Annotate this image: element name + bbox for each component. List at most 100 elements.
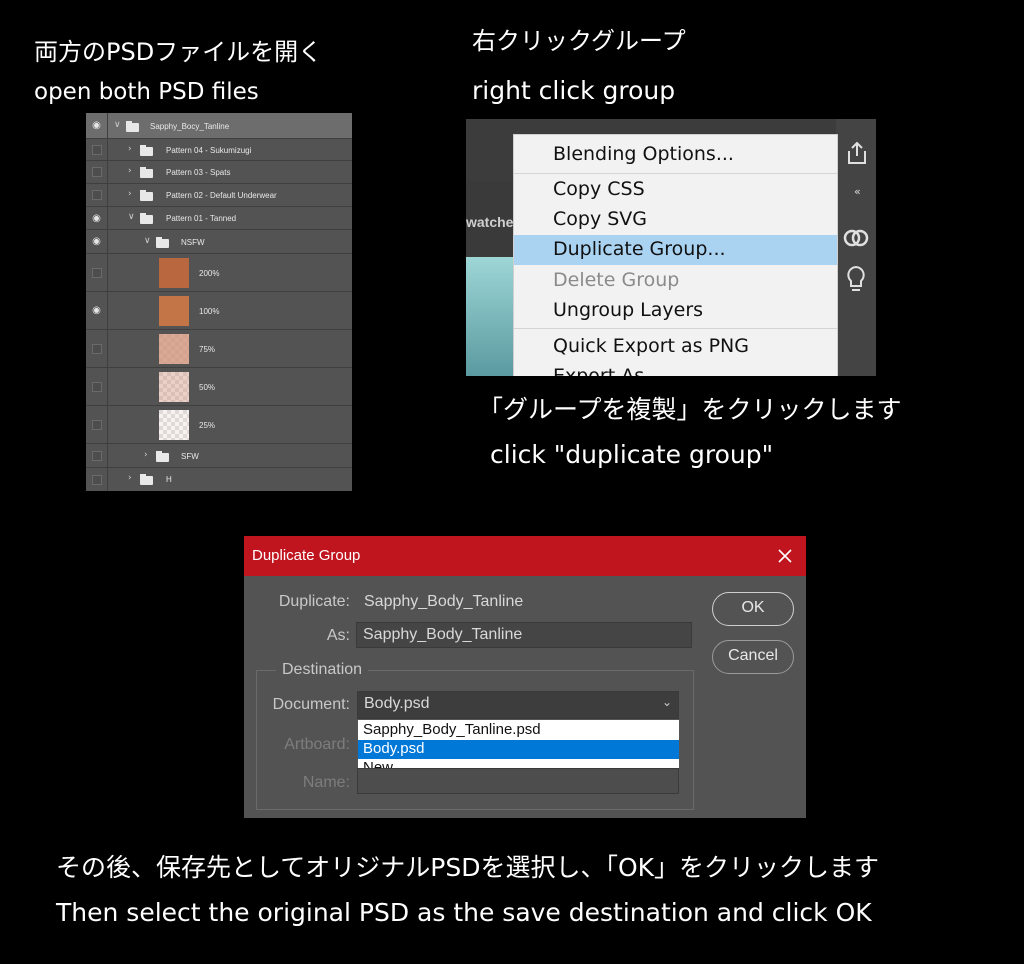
layer-thumbnail [159,372,189,402]
caption-step4-en: Then select the original PSD as the save… [56,898,872,927]
duplicate-label: Duplicate: [278,593,350,610]
chevron-right-icon[interactable]: › [128,166,132,176]
folder-icon [140,190,153,201]
layer-name: SFW [181,452,199,461]
menu-item-label: Copy SVG [553,208,648,230]
collapse-panels-icon[interactable]: « [854,185,861,198]
dropdown-option[interactable]: Sapphy_Body_Tanline.psd [358,721,679,740]
share-icon[interactable] [846,141,868,165]
creative-cloud-icon[interactable] [842,227,870,249]
visibility-toggle[interactable] [86,406,108,443]
visibility-eye-icon[interactable]: ◉ [86,113,108,138]
document-select[interactable]: Body.psd ⌄ [357,691,679,719]
chevron-down-icon[interactable]: ∨ [114,120,121,130]
layer-row[interactable]: ◉ 100% [86,292,352,330]
layer-row[interactable]: 25% [86,406,352,444]
dialog-title: Duplicate Group [252,547,361,564]
chevron-down-icon[interactable]: ∨ [144,236,151,246]
layer-thumbnail [159,334,189,364]
visibility-eye-icon[interactable]: ◉ [86,230,108,253]
name-input [357,768,679,794]
caption-step1-jp: 両方のPSDファイルを開く [34,38,323,66]
dropdown-option-selected[interactable]: Body.psd [358,740,679,759]
layer-name: NSFW [181,238,205,247]
caption-step2-en: right click group [472,76,676,105]
menu-item-copy-css[interactable]: Copy CSS [514,175,837,205]
layer-name: Pattern 02 - Default Underwear [166,191,277,200]
visibility-toggle[interactable] [86,468,108,491]
layer-name: Pattern 03 - Spats [166,168,231,177]
layer-row[interactable]: ◉ ∨ NSFW [86,230,352,254]
visibility-toggle[interactable] [86,368,108,405]
visibility-toggle[interactable] [86,444,108,467]
document-label: Document: [272,696,350,713]
layer-row[interactable]: › Pattern 04 - Sukumizugi [86,139,352,161]
close-icon[interactable] [777,548,793,564]
caption-step2-jp: 右クリックグループ [472,27,686,55]
caption-step1-en: open both PSD files [34,79,259,105]
menu-item-label: Copy CSS [553,178,645,200]
chevron-down-icon[interactable]: ∨ [128,212,135,222]
layer-name: 100% [199,307,220,316]
menu-item-blending-options[interactable]: Blending Options... [514,140,837,170]
cancel-button[interactable]: Cancel [712,640,794,674]
layer-row[interactable]: › SFW [86,444,352,468]
visibility-toggle[interactable] [86,139,108,160]
layer-row[interactable]: 50% [86,368,352,406]
artboard-label: Artboard: [284,736,350,753]
menu-item-quick-export[interactable]: Quick Export as PNG [514,332,837,362]
menu-item-copy-svg[interactable]: Copy SVG [514,205,837,235]
menu-item-label: Delete Group [553,269,680,291]
context-menu-screenshot: watche « Blending Options... Copy CSS Co… [466,119,876,376]
layer-row[interactable]: › Pattern 03 - Spats [86,161,352,184]
layer-thumbnail [159,296,189,326]
visibility-toggle[interactable] [86,330,108,367]
as-input[interactable]: Sapphy_Body_Tanline [356,622,692,648]
menu-item-label: Quick Export as PNG [553,335,749,357]
visibility-toggle[interactable] [86,254,108,291]
ok-button[interactable]: OK [712,592,794,626]
layer-row[interactable]: ◉ ∨ Pattern 01 - Tanned [86,207,352,230]
menu-item-label: Export As... [553,365,663,376]
document-select-value: Body.psd [364,695,430,712]
layer-thumbnail [159,258,189,288]
layer-row[interactable]: › Pattern 02 - Default Underwear [86,184,352,207]
menu-item-label: Blending Options... [553,143,734,165]
layer-row[interactable]: › H [86,468,352,491]
dropdown-option-label: Body.psd [363,740,425,757]
layer-name: H [166,475,172,484]
chevron-right-icon[interactable]: › [128,473,132,483]
menu-item-ungroup-layers[interactable]: Ungroup Layers [514,296,837,326]
swatches-tab-partial[interactable]: watche [466,214,516,244]
layer-name: Pattern 01 - Tanned [166,214,237,223]
visibility-toggle[interactable] [86,161,108,183]
chevron-right-icon[interactable]: › [144,450,148,460]
lightbulb-icon[interactable] [846,265,866,295]
menu-item-label: Duplicate Group... [553,238,726,260]
layers-panel: ◉ ∨ Sapphy_Bocy_Tanline › Pattern 04 - S… [86,113,352,491]
layer-name: Pattern 04 - Sukumizugi [166,146,252,155]
folder-icon [126,121,139,132]
visibility-eye-icon[interactable]: ◉ [86,292,108,329]
folder-icon [156,451,169,462]
layer-thumbnail [159,410,189,440]
layer-row[interactable]: ◉ ∨ Sapphy_Bocy_Tanline [86,113,352,139]
layer-name: 75% [199,345,216,354]
thumb-fill [159,334,189,364]
thumb-fill [159,258,189,288]
swatch-preview [466,257,514,376]
visibility-eye-icon[interactable]: ◉ [86,207,108,229]
menu-item-delete-group: Delete Group [514,266,837,296]
layer-row[interactable]: 200% [86,254,352,292]
layer-name: Sapphy_Bocy_Tanline [150,122,230,131]
menu-item-export-as[interactable]: Export As... [514,362,837,376]
caption-step3-en: click "duplicate group" [490,440,774,469]
menu-separator [514,173,837,174]
layer-row[interactable]: 75% [86,330,352,368]
folder-icon [140,474,153,485]
chevron-right-icon[interactable]: › [128,144,132,154]
menu-item-duplicate-group[interactable]: Duplicate Group... [514,235,837,265]
destination-label: Destination [276,661,369,679]
chevron-right-icon[interactable]: › [128,189,132,199]
visibility-toggle[interactable] [86,184,108,206]
